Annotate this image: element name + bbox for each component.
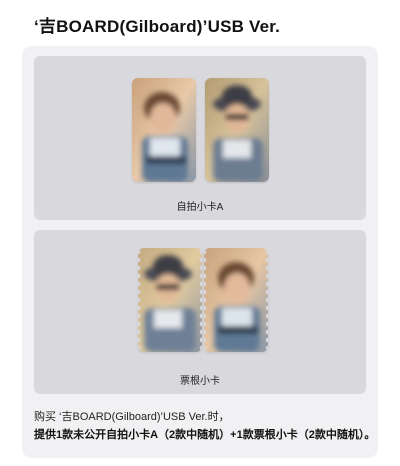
benefit-description: 购买 ‘吉BOARD(Gilboard)’USB Ver.时， 提供1款未公开自… [34,408,384,444]
selfie-photocard-panel: 自拍小卡A [34,56,366,220]
ticket-photocard-caption: 票根小卡 [180,376,220,387]
photo-card-selfie-image [132,78,196,182]
photo-card-hat-image [205,78,269,182]
description-line-2: 提供1款未公开自拍小卡A（2款中随机）+1款票根小卡（2款中随机）。 [34,429,376,441]
page-title: ‘吉BOARD(Gilboard)’USB Ver. [34,17,281,36]
ticket-edge-left [138,248,142,352]
ticket-edge-left [204,248,208,352]
selfie-photocard-caption: 自拍小卡A [176,202,224,213]
benefit-card: 自拍小卡A 票根小卡 [22,46,378,458]
ticket-edge-right [264,248,268,352]
ticket-edge-right [198,248,202,352]
description-line-1: 购买 ‘吉BOARD(Gilboard)’USB Ver.时， [34,411,230,423]
ticket-card-hat-image [138,248,202,352]
ticket-photocard-panel: 票根小卡 [34,230,366,394]
ticket-card-selfie-image [204,248,268,352]
